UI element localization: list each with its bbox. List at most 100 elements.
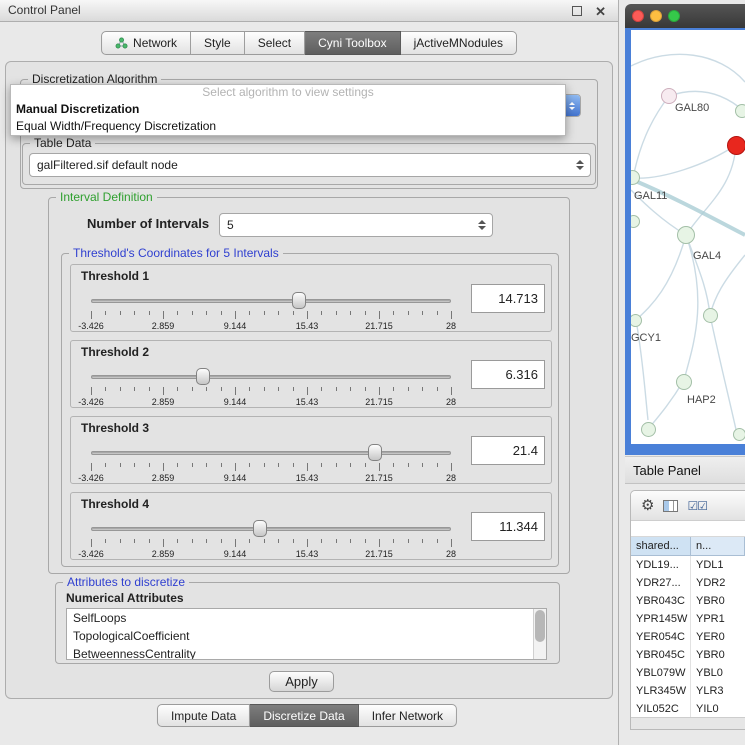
threshold-1-value-field[interactable]: 14.713 <box>471 284 545 313</box>
tick-label: 21.715 <box>365 473 393 483</box>
table-row[interactable]: YBR045C YBR0 <box>631 646 745 664</box>
table-filter-strip <box>631 521 745 537</box>
node-label: HAP2 <box>687 394 716 406</box>
tick-label: 28 <box>446 473 456 483</box>
tick-label: 28 <box>446 321 456 331</box>
number-of-intervals-stepper-icon[interactable] <box>475 214 489 236</box>
threshold-3-value-field[interactable]: 21.4 <box>471 436 545 465</box>
apply-button[interactable]: Apply <box>269 671 334 692</box>
table-hscrollbar[interactable] <box>631 717 745 729</box>
attributes-list: SelfLoops TopologicalCoefficient Between… <box>66 608 547 660</box>
table-row[interactable]: YIL052C YIL0 <box>631 700 745 717</box>
minimize-traffic-light-icon[interactable] <box>650 10 662 22</box>
threshold-4-panel: Threshold 4 -3.426 2.859 9.144 15.43 21.… <box>70 492 552 560</box>
cyni-mode-tabbar: Impute Data Discretize Data Infer Networ… <box>157 704 457 727</box>
slider-ticks <box>91 539 451 547</box>
tab-cyni-toolbox[interactable]: Cyni Toolbox <box>305 31 400 55</box>
node[interactable] <box>733 428 745 441</box>
gear-icon[interactable]: ⚙ <box>641 498 654 513</box>
node[interactable] <box>641 422 656 437</box>
algorithm-dropdown-popup: Select algorithm to view settings Manual… <box>10 84 566 136</box>
list-item[interactable]: BetweennessCentrality <box>67 645 546 660</box>
tab-network[interactable]: Network <box>101 31 191 55</box>
network-selection-frame: GAL80 GAL11 GAL4 GCY1 HAP2 <box>625 28 745 455</box>
tab-select-label: Select <box>258 32 291 54</box>
threshold-4-slider[interactable]: -3.426 2.859 9.144 15.43 21.715 28 <box>91 517 451 559</box>
selected-node[interactable] <box>727 136 745 155</box>
slider-thumb[interactable] <box>292 292 306 309</box>
table-row[interactable]: YBL079W YBL0 <box>631 664 745 682</box>
node[interactable] <box>735 104 745 118</box>
slider-thumb[interactable] <box>196 368 210 385</box>
table-body: YDL19... YDL1 YDR27... YDR2 YBR043C YBR0… <box>631 556 745 717</box>
tab-infer-network[interactable]: Infer Network <box>359 704 457 727</box>
tab-jactivemnodules-label: jActiveMNodules <box>414 32 503 54</box>
column-header-name[interactable]: n... <box>691 537 745 556</box>
select-columns-icon[interactable]: ☑☑ <box>687 500 707 512</box>
slider-track[interactable] <box>91 451 451 455</box>
node[interactable] <box>677 226 695 244</box>
table-row[interactable]: YLR345W YLR3 <box>631 682 745 700</box>
tab-style[interactable]: Style <box>191 31 245 55</box>
table-header-row: shared... n... <box>631 537 745 556</box>
control-panel-titlebar: Control Panel ✕ <box>0 0 618 22</box>
table-data-combobox[interactable]: galFiltered.sif default node <box>29 153 591 177</box>
node[interactable] <box>676 374 692 390</box>
tick-label: -3.426 <box>78 473 104 483</box>
attributes-scrollbar[interactable] <box>533 609 546 659</box>
threshold-1-slider[interactable]: -3.426 2.859 9.144 15.43 21.715 28 <box>91 289 451 331</box>
close-traffic-light-icon[interactable] <box>632 10 644 22</box>
table-row[interactable]: YBR043C YBR0 <box>631 592 745 610</box>
threshold-2-slider[interactable]: -3.426 2.859 9.144 15.43 21.715 28 <box>91 365 451 407</box>
cell: YDR2 <box>691 574 745 592</box>
node[interactable] <box>703 308 718 323</box>
slider-track[interactable] <box>91 299 451 303</box>
threshold-4-value-field[interactable]: 11.344 <box>471 512 545 541</box>
network-canvas[interactable]: GAL80 GAL11 GAL4 GCY1 HAP2 <box>631 30 745 444</box>
threshold-3-slider[interactable]: -3.426 2.859 9.144 15.43 21.715 28 <box>91 441 451 483</box>
tab-discretize-data[interactable]: Discretize Data <box>250 704 358 727</box>
slider-thumb[interactable] <box>368 444 382 461</box>
cell: YPR1 <box>691 610 745 628</box>
option-equal-width-frequency[interactable]: Equal Width/Frequency Discretization <box>11 118 565 135</box>
list-item[interactable]: SelfLoops <box>67 609 546 627</box>
threshold-coordinates-group: Threshold's Coordinates for 5 Intervals … <box>61 253 559 567</box>
cell: YBR0 <box>691 646 745 664</box>
threshold-2-value-field[interactable]: 6.316 <box>471 360 545 389</box>
columns-icon[interactable] <box>663 500 678 512</box>
tick-label: 2.859 <box>152 397 175 407</box>
close-icon[interactable]: ✕ <box>595 4 606 20</box>
slider-track[interactable] <box>91 527 451 531</box>
slider-thumb[interactable] <box>253 520 267 537</box>
option-manual-discretization[interactable]: Manual Discretization <box>11 101 565 118</box>
table-data-combobox-stepper-icon[interactable] <box>573 154 587 176</box>
cell: YBR045C <box>631 646 691 664</box>
table-row[interactable]: YDR27... YDR2 <box>631 574 745 592</box>
column-header-shared-name[interactable]: shared... <box>631 537 691 556</box>
cell: YPR145W <box>631 610 691 628</box>
tick-label: -3.426 <box>78 321 104 331</box>
table-row[interactable]: YDL19... YDL1 <box>631 556 745 574</box>
list-item[interactable]: TopologicalCoefficient <box>67 627 546 645</box>
node-label: GCY1 <box>631 332 661 344</box>
float-window-icon[interactable] <box>572 6 582 16</box>
tab-select[interactable]: Select <box>245 31 305 55</box>
number-of-intervals-combobox[interactable]: 5 <box>219 213 493 237</box>
threshold-1-label: Threshold 1 <box>81 269 149 283</box>
slider-tick-labels: -3.426 2.859 9.144 15.43 21.715 28 <box>91 321 451 331</box>
tab-discretize-data-label: Discretize Data <box>263 705 344 727</box>
cell: YBL0 <box>691 664 745 682</box>
table-row[interactable]: YPR145W YPR1 <box>631 610 745 628</box>
cell: YLR3 <box>691 682 745 700</box>
threshold-4-label: Threshold 4 <box>81 497 149 511</box>
tick-label: -3.426 <box>78 397 104 407</box>
tab-jactivemnodules[interactable]: jActiveMNodules <box>401 31 517 55</box>
control-panel-window: Control Panel ✕ Network Style <box>0 0 619 745</box>
table-row[interactable]: YER054C YER0 <box>631 628 745 646</box>
scrollbar-thumb[interactable] <box>535 610 545 642</box>
cell: YER054C <box>631 628 691 646</box>
zoom-traffic-light-icon[interactable] <box>668 10 680 22</box>
slider-track[interactable] <box>91 375 451 379</box>
node-label: GAL4 <box>693 250 721 262</box>
tab-impute-data[interactable]: Impute Data <box>157 704 250 727</box>
